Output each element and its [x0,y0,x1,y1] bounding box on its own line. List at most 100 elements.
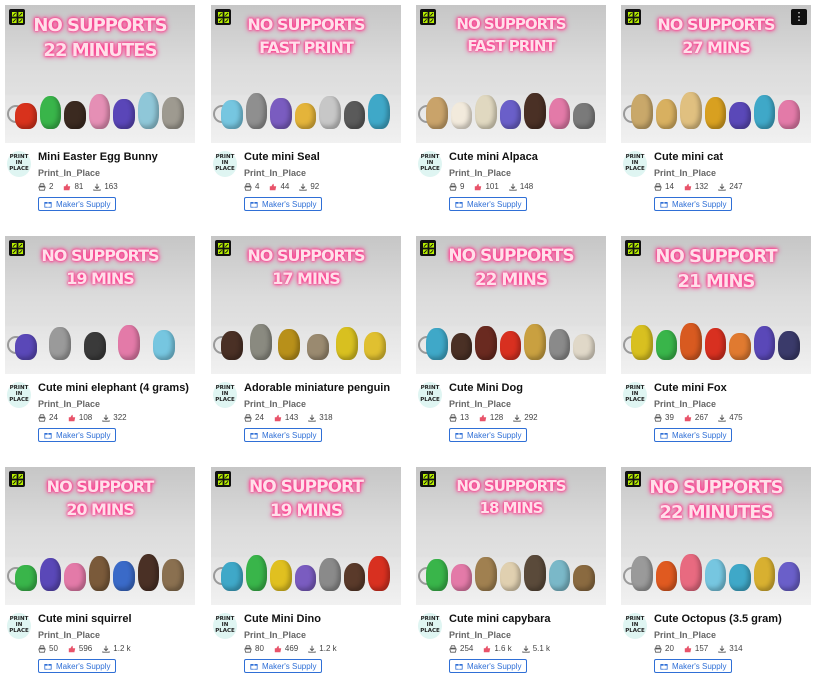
model-thumbnail[interactable]: NO SUPPORTS 22 MINS [416,236,606,374]
makers-supply-button[interactable]: Maker's Supply [38,659,117,673]
creator-avatar[interactable]: PRINT IN PLACE [418,613,442,639]
creator-avatar[interactable]: PRINT IN PLACE [213,613,237,639]
model-thumbnail[interactable]: NO SUPPORTS 22 MINUTES [5,5,195,143]
model-card[interactable]: NO SUPPORTS 19 MINS PRINT IN PLACE Cute … [5,236,195,456]
model-thumbnail[interactable]: NO SUPPORT 21 MINS [621,236,811,374]
makers-supply-button[interactable]: Maker's Supply [244,197,323,211]
print-profile-icon [215,9,231,25]
model-card[interactable]: NO SUPPORT 21 MINS PRINT IN PLACE Cute m… [621,236,811,456]
creator-name[interactable]: Print_In_Place [654,630,716,640]
makes-icon [38,413,46,422]
makers-supply-button[interactable]: Maker's Supply [449,197,528,211]
creator-avatar[interactable]: PRINT IN PLACE [418,151,442,177]
makes-count: 24 [49,413,58,422]
model-title[interactable]: Cute Octopus (3.5 gram) [654,613,811,625]
model-card[interactable]: NO SUPPORTS 22 MINUTES PRINT IN PLACE Mi… [5,5,195,225]
model-thumbnail[interactable]: NO SUPPORTS FAST PRINT [211,5,401,143]
creator-name[interactable]: Print_In_Place [38,630,100,640]
makers-supply-button[interactable]: Maker's Supply [244,659,323,673]
creator-name[interactable]: Print_In_Place [654,168,716,178]
model-title[interactable]: Cute Mini Dino [244,613,401,625]
model-card[interactable]: NO SUPPORTS 22 MINUTES PRINT IN PLACE Cu… [621,467,811,687]
creator-avatar[interactable]: PRINT IN PLACE [7,613,31,639]
print-profile-icon [420,240,436,256]
creator-name[interactable]: Print_In_Place [244,168,306,178]
makers-supply-button[interactable]: Maker's Supply [654,659,733,673]
model-title[interactable]: Cute mini squirrel [38,613,195,625]
model-title[interactable]: Cute mini cat [654,151,811,163]
creator-name[interactable]: Print_In_Place [449,399,511,409]
like-count: 143 [284,413,299,422]
thumbnail-headline-line-2: 21 MINS [677,271,756,292]
model-card[interactable]: NO SUPPORTS 22 MINS PRINT IN PLACE Cute … [416,236,606,456]
model-thumbnail[interactable]: NO SUPPORTS 19 MINS [5,236,195,374]
makers-supply-button[interactable]: Maker's Supply [654,197,733,211]
makers-supply-button[interactable]: Maker's Supply [244,428,323,442]
printed-figure [680,554,702,591]
printed-figure [278,329,301,360]
printed-figure [450,102,473,129]
thumbnail-headline-line-2: 22 MINS [474,270,548,290]
model-thumbnail[interactable]: NO SUPPORTS 18 MINS [416,467,606,605]
model-thumbnail[interactable]: NO SUPPORTS 27 MINS ⋮ [621,5,811,143]
model-card[interactable]: NO SUPPORTS 27 MINS ⋮ PRINT IN PLACE Cut… [621,5,811,225]
model-card[interactable]: NO SUPPORT 19 MINS PRINT IN PLACE Cute M… [211,467,401,687]
model-stats: 50 596 1.2 k [38,644,131,653]
creator-name[interactable]: Print_In_Place [449,168,511,178]
model-thumbnail[interactable]: NO SUPPORTS 17 MINS [211,236,401,374]
model-thumbnail[interactable]: NO SUPPORTS 22 MINUTES [621,467,811,605]
makers-supply-button[interactable]: Maker's Supply [38,428,117,442]
model-thumbnail[interactable]: NO SUPPORT 19 MINS [211,467,401,605]
like-count: 596 [78,644,93,653]
makers-supply-button[interactable]: Maker's Supply [449,659,528,673]
printed-figure [548,98,571,129]
printed-figures [15,87,189,129]
model-card[interactable]: NO SUPPORTS 18 MINS PRINT IN PLACE Cute … [416,467,606,687]
like-icon [274,645,282,652]
creator-avatar[interactable]: PRINT IN PLACE [213,382,237,408]
makes-count: 39 [665,413,674,422]
model-title[interactable]: Cute mini capybara [449,613,606,625]
creator-name[interactable]: Print_In_Place [244,399,306,409]
creator-avatar[interactable]: PRINT IN PLACE [623,151,647,177]
makers-supply-label: Maker's Supply [56,661,111,671]
printed-figure [524,93,546,129]
creator-avatar[interactable]: PRINT IN PLACE [623,613,647,639]
gift-icon [455,433,463,439]
creator-name[interactable]: Print_In_Place [244,630,306,640]
model-thumbnail[interactable]: NO SUPPORTS FAST PRINT [416,5,606,143]
creator-name[interactable]: Print_In_Place [654,399,716,409]
thumbnail-headline: NO SUPPORTS 17 MINS [211,244,401,290]
makers-supply-button[interactable]: Maker's Supply [449,428,528,442]
model-card[interactable]: NO SUPPORT 20 MINS PRINT IN PLACE Cute m… [5,467,195,687]
creator-name[interactable]: Print_In_Place [38,399,100,409]
creator-name[interactable]: Print_In_Place [38,168,100,178]
creator-avatar[interactable]: PRINT IN PLACE [418,382,442,408]
model-thumbnail[interactable]: NO SUPPORT 20 MINS [5,467,195,605]
model-title[interactable]: Cute mini Alpaca [449,151,606,163]
creator-avatar-line-3: PLACE [215,397,235,403]
makes-count: 14 [665,182,674,191]
creator-avatar[interactable]: PRINT IN PLACE [213,151,237,177]
makers-supply-button[interactable]: Maker's Supply [654,428,733,442]
model-title[interactable]: Cute Mini Dog [449,382,606,394]
model-title[interactable]: Cute mini elephant (4 grams) [38,382,195,394]
more-options-button[interactable]: ⋮ [791,9,807,25]
model-title[interactable]: Adorable miniature penguin [244,382,401,394]
printed-figures [631,318,805,360]
model-card[interactable]: NO SUPPORTS FAST PRINT PRINT IN PLACE Cu… [416,5,606,225]
download-count: 5.1 k [532,644,551,653]
model-title[interactable]: Cute mini Seal [244,151,401,163]
model-title[interactable]: Cute mini Fox [654,382,811,394]
model-card[interactable]: NO SUPPORTS FAST PRINT PRINT IN PLACE Cu… [211,5,401,225]
creator-avatar[interactable]: PRINT IN PLACE [7,151,31,177]
model-stats: 9 101 148 [449,182,533,191]
creator-avatar[interactable]: PRINT IN PLACE [623,382,647,408]
creator-avatar[interactable]: PRINT IN PLACE [7,382,31,408]
model-title[interactable]: Mini Easter Egg Bunny [38,151,195,163]
makers-supply-button[interactable]: Maker's Supply [38,197,117,211]
printed-figure [113,99,135,129]
creator-name[interactable]: Print_In_Place [449,630,511,640]
model-card[interactable]: NO SUPPORTS 17 MINS PRINT IN PLACE Adora… [211,236,401,456]
gift-icon [660,433,668,439]
